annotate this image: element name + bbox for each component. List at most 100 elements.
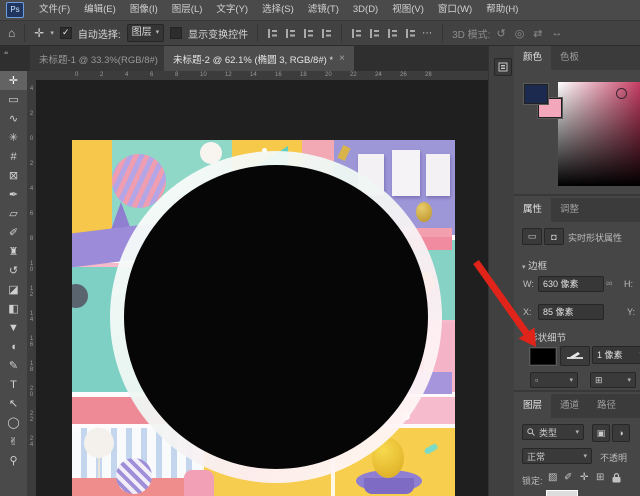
filter-adjustment-layers-icon[interactable]: ◑ bbox=[612, 424, 630, 442]
canvas-image[interactable] bbox=[72, 140, 455, 496]
stroke-width-field[interactable]: 1 像素▾ bbox=[592, 346, 640, 364]
collapsed-panel-icon[interactable] bbox=[494, 58, 512, 76]
stroke-color-swatch[interactable] bbox=[530, 348, 556, 365]
move-tool[interactable]: ✛ bbox=[0, 71, 27, 90]
menu-view[interactable]: 视图(V) bbox=[385, 0, 431, 20]
document-tab-untitled-2[interactable]: 未标题-2 @ 62.1% (椭圆 3, RGB/8#) * × bbox=[164, 46, 354, 71]
clone-stamp-tool[interactable]: ♜ bbox=[0, 242, 27, 261]
menu-help[interactable]: 帮助(H) bbox=[479, 0, 525, 20]
canvas-background[interactable] bbox=[36, 80, 488, 496]
menu-filter[interactable]: 滤镜(T) bbox=[301, 0, 346, 20]
ruler-tick: 2 4 bbox=[28, 436, 35, 448]
menu-image[interactable]: 图像(I) bbox=[123, 0, 165, 20]
ruler-tick: 26 bbox=[400, 72, 407, 79]
border-section-header[interactable]: ▾ 边框 bbox=[522, 258, 547, 272]
home-icon[interactable]: ⌂ bbox=[8, 26, 15, 40]
toolbar-collapse-icon[interactable]: ❝ bbox=[4, 50, 8, 59]
align-left-icon[interactable] bbox=[267, 28, 278, 39]
ellipse-shape[interactable] bbox=[124, 165, 428, 469]
hand-tool[interactable]: ✌ bbox=[0, 432, 27, 451]
ruler-tick: 2 bbox=[100, 72, 103, 79]
3d-pan-icon[interactable]: ⇄ bbox=[533, 27, 542, 40]
align-center-h-icon[interactable] bbox=[285, 28, 296, 39]
menu-type[interactable]: 文字(Y) bbox=[209, 0, 255, 20]
crop-tool[interactable]: # bbox=[0, 147, 27, 166]
eraser-tool[interactable]: ◪ bbox=[0, 280, 27, 299]
tab-channels[interactable]: 通道 bbox=[551, 394, 588, 418]
layers-panel-tabs: 图层 通道 路径 bbox=[514, 394, 640, 418]
3d-slide-icon[interactable]: ↔ bbox=[552, 27, 563, 40]
type-tool[interactable]: T bbox=[0, 375, 27, 394]
menu-window[interactable]: 窗口(W) bbox=[431, 0, 479, 20]
align-top-icon[interactable] bbox=[321, 28, 332, 39]
color-picker-marker[interactable] bbox=[616, 88, 627, 99]
path-select-tool[interactable]: ↖ bbox=[0, 394, 27, 413]
lock-artboard-icon[interactable]: ⊞ bbox=[596, 472, 604, 483]
width-field[interactable]: 630 像素 bbox=[538, 276, 604, 292]
stroke-style-button[interactable] bbox=[560, 346, 590, 366]
shape-detail-section-header[interactable]: ▾ 形状细节 bbox=[522, 330, 566, 344]
auto-select-target-dropdown[interactable]: 图层 ▾ bbox=[127, 24, 165, 42]
eyedropper-tool[interactable]: ✒ bbox=[0, 185, 27, 204]
gradient-tool[interactable]: ◧ bbox=[0, 299, 27, 318]
lock-image-icon[interactable]: ✐ bbox=[564, 472, 572, 483]
dodge-tool[interactable]: ◖ bbox=[0, 337, 27, 356]
marquee-tool[interactable]: ▭ bbox=[0, 90, 27, 109]
move-tool-icon[interactable]: ✛ bbox=[34, 26, 44, 40]
lock-position-icon[interactable]: ✛ bbox=[580, 472, 588, 483]
color-picker-field[interactable] bbox=[558, 82, 640, 186]
3d-roll-icon[interactable]: ◎ bbox=[515, 27, 525, 40]
stroke-align-dropdown[interactable]: ▫▾ bbox=[530, 372, 578, 388]
zoom-tool[interactable]: ⚲ bbox=[0, 451, 27, 470]
blur-tool[interactable]: ▼ bbox=[0, 318, 27, 337]
distribute-v-icon[interactable] bbox=[405, 28, 416, 39]
document-tab-untitled-1[interactable]: 未标题-1 @ 33.3%(RGB/8#) × bbox=[30, 46, 180, 71]
layer-filter-dropdown[interactable]: 类型 ▾ bbox=[522, 424, 584, 440]
quick-select-tool[interactable]: ✳ bbox=[0, 128, 27, 147]
shape-props-ellipse-icon[interactable]: ◘ bbox=[544, 228, 564, 245]
close-icon[interactable]: × bbox=[339, 53, 345, 64]
shape-tool[interactable]: ◯ bbox=[0, 413, 27, 432]
shape-props-rect-icon[interactable]: ▭ bbox=[522, 228, 542, 245]
align-middle-icon[interactable] bbox=[351, 28, 362, 39]
chevron-down-icon[interactable]: ▾ bbox=[50, 29, 54, 37]
tab-adjustments[interactable]: 调整 bbox=[551, 198, 588, 222]
tab-swatches[interactable]: 色板 bbox=[551, 46, 588, 70]
menu-layer[interactable]: 图层(L) bbox=[165, 0, 210, 20]
filter-pixel-layers-icon[interactable]: ▣ bbox=[592, 424, 610, 442]
y-label: Y: bbox=[627, 307, 635, 317]
distribute-h-icon[interactable] bbox=[387, 28, 398, 39]
blend-mode-dropdown[interactable]: 正常▾ bbox=[522, 448, 592, 464]
lock-all-icon[interactable] bbox=[612, 473, 621, 486]
3d-orbit-icon[interactable]: ↺ bbox=[496, 27, 505, 40]
panel-column: 颜色 色板 属性 调整 ▭ ◘ 实时形状属性 ▾ 边框 W: 630 像素 ∞ … bbox=[514, 46, 640, 496]
align-right-icon[interactable] bbox=[303, 28, 314, 39]
healing-brush-tool[interactable]: ▱ bbox=[0, 204, 27, 223]
ruler-tick: 8 bbox=[28, 236, 35, 242]
tab-properties[interactable]: 属性 bbox=[514, 198, 551, 222]
brush-tool[interactable]: ✐ bbox=[0, 223, 27, 242]
foreground-color-swatch[interactable] bbox=[524, 84, 548, 104]
menu-3d[interactable]: 3D(D) bbox=[346, 0, 385, 20]
more-options-icon[interactable]: ⋯ bbox=[422, 28, 433, 39]
x-field[interactable]: 85 像素 bbox=[538, 304, 604, 320]
lasso-tool[interactable]: ∿ bbox=[0, 109, 27, 128]
auto-select-checkbox[interactable]: ✓ bbox=[60, 27, 72, 39]
tab-color[interactable]: 颜色 bbox=[514, 46, 551, 70]
link-dimensions-icon[interactable]: ∞ bbox=[606, 278, 612, 288]
stroke-cap-dropdown[interactable]: ⊞▾ bbox=[590, 372, 636, 388]
layer-thumbnail[interactable] bbox=[546, 490, 578, 496]
pen-tool[interactable]: ✎ bbox=[0, 356, 27, 375]
menu-edit[interactable]: 编辑(E) bbox=[77, 0, 123, 20]
menu-select[interactable]: 选择(S) bbox=[255, 0, 301, 20]
tab-paths[interactable]: 路径 bbox=[588, 394, 625, 418]
align-bottom-icon[interactable] bbox=[369, 28, 380, 39]
menu-file[interactable]: 文件(F) bbox=[32, 0, 77, 20]
frame-tool[interactable]: ⊠ bbox=[0, 166, 27, 185]
show-transform-checkbox[interactable] bbox=[170, 27, 182, 39]
ruler-tick: 6 bbox=[150, 72, 153, 79]
tab-layers[interactable]: 图层 bbox=[514, 394, 551, 418]
history-brush-tool[interactable]: ↺ bbox=[0, 261, 27, 280]
lock-transparent-icon[interactable]: ▨ bbox=[548, 472, 557, 483]
document-tab-title: 未标题-2 @ 62.1% (椭圆 3, RGB/8#) * bbox=[173, 52, 333, 66]
